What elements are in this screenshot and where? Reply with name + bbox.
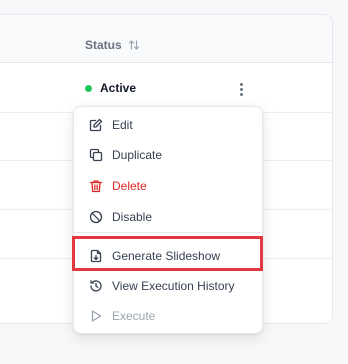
kebab-dot xyxy=(239,82,243,86)
status-badge: Active xyxy=(85,81,136,95)
menu-item-delete[interactable]: Delete xyxy=(74,171,262,201)
history-icon xyxy=(89,279,103,293)
menu-item-label: Disable xyxy=(112,210,153,224)
table-header-row: Status xyxy=(0,15,332,63)
menu-item-label: Duplicate xyxy=(112,148,163,162)
copy-icon xyxy=(89,148,103,162)
menu-item-view-execution-history[interactable]: View Execution History xyxy=(74,271,262,301)
menu-item-execute: Execute xyxy=(74,301,262,331)
row-actions-menu: Edit Duplicate Delete Disable Generate S… xyxy=(73,106,263,334)
kebab-dot xyxy=(239,92,243,96)
menu-divider xyxy=(74,232,262,233)
row-actions-button[interactable] xyxy=(233,79,249,99)
status-header-label: Status xyxy=(85,38,122,52)
menu-item-label: Delete xyxy=(112,179,147,193)
menu-item-duplicate[interactable]: Duplicate xyxy=(74,140,262,170)
ban-icon xyxy=(89,210,103,224)
status-column-header[interactable]: Status xyxy=(85,38,140,52)
menu-item-label: Edit xyxy=(112,118,133,132)
sort-arrows-icon[interactable] xyxy=(128,39,140,51)
menu-item-generate-slideshow[interactable]: Generate Slideshow xyxy=(74,241,262,271)
menu-item-edit[interactable]: Edit xyxy=(74,110,262,140)
menu-item-disable[interactable]: Disable xyxy=(74,202,262,232)
kebab-dot xyxy=(239,87,243,91)
menu-item-label: Generate Slideshow xyxy=(112,249,221,263)
play-icon xyxy=(89,309,103,323)
file-download-icon xyxy=(89,249,103,263)
menu-item-label: Execute xyxy=(112,309,156,323)
status-label: Active xyxy=(100,81,137,95)
status-dot-icon xyxy=(85,84,92,92)
menu-item-label: View Execution History xyxy=(112,279,235,293)
trash-icon xyxy=(89,179,103,193)
edit-icon xyxy=(89,118,103,132)
